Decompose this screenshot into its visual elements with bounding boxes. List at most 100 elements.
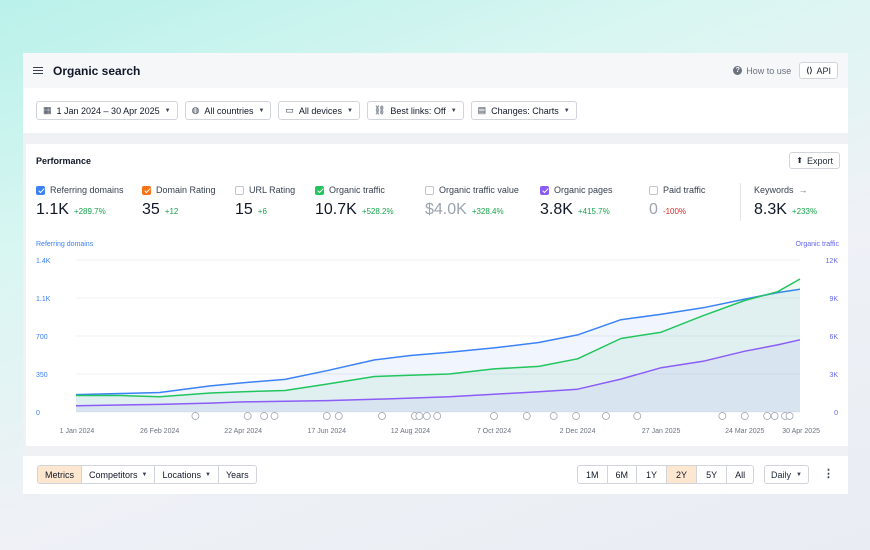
granularity-label: Daily (771, 469, 792, 480)
calendar-icon: ▦ (43, 105, 52, 115)
right-tick-label: 6K (829, 334, 838, 341)
best-links-label: Best links: Off (390, 105, 446, 116)
tab-label: Metrics (45, 469, 74, 480)
annotation-marker (243, 412, 252, 420)
annotation-marker (602, 412, 610, 420)
x-tick-label: 27 Jan 2025 (642, 428, 681, 435)
chevron-down-icon: ▼ (164, 107, 171, 114)
question-icon: ? (733, 66, 743, 75)
chevron-down-icon: ▼ (205, 471, 211, 478)
annotation-marker (270, 412, 279, 420)
annotation-marker (522, 412, 531, 420)
annotation-marker (770, 412, 779, 420)
changes-filter[interactable]: ▤ Changes: Charts ▼ (470, 101, 577, 120)
left-tick-label: 1.4K (36, 258, 51, 265)
annotation-marker (334, 412, 343, 420)
annotation-marker (490, 412, 498, 420)
link-icon: ⛓ (373, 105, 386, 115)
x-tick-label: 22 Apr 2024 (224, 428, 262, 435)
right-tick-label: 9K (829, 296, 838, 303)
range-selector: 1M 6M 1Y 2Y 5Y All (577, 465, 755, 484)
api-icon: ⟨⟩ (806, 66, 813, 75)
left-tick-label: 1.1K (36, 296, 51, 303)
bottom-bar: Metrics Competitors ▼ Locations ▼ Years 1M… (23, 456, 848, 494)
range-all[interactable]: All (727, 466, 753, 483)
best-links-filter[interactable]: ⛓ Best links: Off ▼ (366, 101, 464, 120)
date-range-filter[interactable]: ▦ 1 Jan 2024 – 30 Apr 2025 ▼ (36, 101, 178, 120)
annotation-marker (785, 412, 794, 420)
device-label: All devices (298, 105, 342, 116)
filter-bar: ▦ 1 Jan 2024 – 30 Apr 2025 ▼ ◍ All count… (23, 88, 848, 133)
range-2y[interactable]: 2Y (667, 466, 698, 483)
tab-years[interactable]: Years (219, 466, 256, 483)
range-5y[interactable]: 5Y (697, 466, 728, 483)
left-tick-label: 0 (36, 410, 40, 417)
tab-locations[interactable]: Locations ▼ (155, 466, 219, 483)
right-tick-label: 12K (826, 258, 839, 265)
tab-metrics[interactable]: Metrics (38, 466, 82, 483)
x-tick-label: 7 Oct 2024 (477, 428, 511, 435)
x-tick-label: 12 Aug 2024 (391, 428, 430, 435)
changes-icon: ▤ (477, 105, 487, 115)
performance-panel: Performance ⬆ Export Referring domains 1… (26, 144, 848, 446)
annotation-marker (740, 412, 749, 420)
chevron-down-icon: ▼ (258, 107, 265, 114)
annotation-marker (260, 412, 268, 420)
hamburger-menu-icon[interactable] (33, 66, 43, 75)
api-label: API (816, 65, 831, 76)
annotation-marker (633, 412, 642, 420)
annotation-marker (549, 412, 558, 420)
annotation-marker (572, 412, 580, 420)
more-options-icon[interactable]: ⋮ (823, 468, 834, 481)
changes-label: Changes: Charts (491, 105, 559, 116)
annotation-marker (322, 412, 331, 420)
x-tick-label: 30 Apr 2025 (782, 428, 820, 435)
app-frame: Organic search ? How to use ⟨⟩ API ▦ 1 J… (23, 53, 848, 494)
left-tick-label: 700 (36, 334, 48, 341)
annotation-marker (378, 412, 386, 420)
granularity-dropdown[interactable]: Daily ▼ (764, 465, 809, 484)
how-to-use-link[interactable]: ? How to use (733, 66, 791, 76)
left-tick-label: 350 (36, 372, 48, 379)
range-1y[interactable]: 1Y (637, 466, 668, 483)
globe-icon: ◍ (191, 105, 200, 115)
tab-label: Years (225, 469, 249, 480)
tab-competitors[interactable]: Competitors ▼ (82, 466, 156, 483)
performance-chart[interactable]: 1.4K 12K 1.1K 9K 700 6K 350 3K 0 0 1 Jan 2024 26 Fe… (26, 144, 848, 446)
annotation-marker (763, 412, 772, 420)
country-filter[interactable]: ◍ All countries ▼ (184, 101, 272, 120)
page-title: Organic search (53, 63, 141, 78)
range-6m[interactable]: 6M (608, 466, 638, 483)
chevron-down-icon: ▼ (141, 471, 148, 478)
tab-label: Competitors (89, 469, 138, 480)
chevron-down-icon: ▼ (346, 107, 353, 114)
annotation-marker (718, 412, 727, 420)
chevron-down-icon: ▼ (450, 107, 457, 114)
range-label: 6M (615, 469, 629, 480)
range-label: 5Y (706, 469, 718, 480)
country-label: All countries (204, 105, 254, 116)
chevron-down-icon: ▼ (563, 107, 570, 114)
right-tick-label: 3K (829, 372, 838, 379)
range-label: 1Y (646, 469, 658, 480)
chevron-down-icon: ▼ (796, 471, 802, 478)
view-tabs: Metrics Competitors ▼ Locations ▼ Years (37, 465, 257, 484)
x-tick-label: 26 Feb 2024 (140, 428, 179, 435)
x-tick-label: 24 Mar 2025 (725, 428, 764, 435)
how-to-use-label: How to use (746, 65, 792, 76)
right-tick-label: 0 (834, 410, 838, 417)
range-label: 1M (586, 469, 599, 480)
device-filter[interactable]: ▭ All devices ▼ (278, 101, 360, 120)
annotation-marker (433, 412, 442, 420)
date-range-label: 1 Jan 2024 – 30 Apr 2025 (56, 105, 160, 116)
range-label: All (735, 469, 746, 480)
api-button[interactable]: ⟨⟩ API (799, 62, 838, 79)
tab-label: Locations (162, 469, 201, 480)
x-tick-label: 2 Dec 2024 (560, 428, 596, 435)
annotation-marker (415, 412, 424, 420)
x-tick-label: 17 Jun 2024 (308, 428, 347, 435)
range-label: 2Y (676, 469, 688, 480)
range-1m[interactable]: 1M (578, 466, 608, 483)
monitor-icon: ▭ (285, 105, 294, 115)
annotation-marker (422, 412, 431, 420)
